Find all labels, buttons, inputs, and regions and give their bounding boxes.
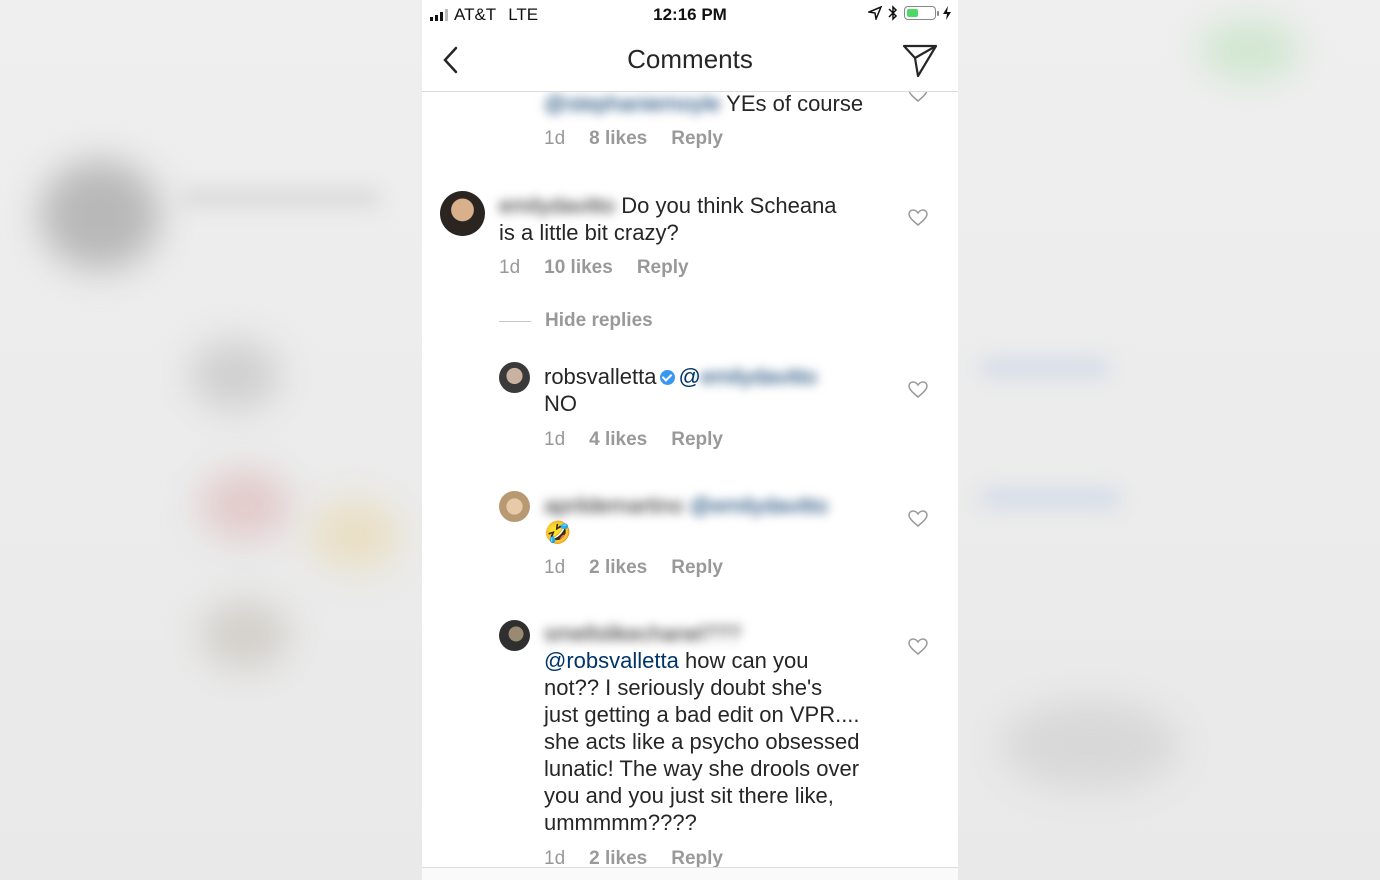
comment-line: lunatic! The way she drools over [544, 756, 860, 781]
heart-icon[interactable] [908, 638, 928, 656]
battery-icon [904, 6, 939, 20]
hide-replies-label: Hide replies [545, 310, 653, 331]
heart-icon[interactable] [908, 510, 928, 528]
reply-button[interactable]: Reply [637, 257, 689, 279]
comment-time: 1d [544, 557, 566, 578]
comment-body: NO [544, 391, 577, 416]
avatar[interactable] [499, 491, 530, 522]
likes-count[interactable]: 10 likes [544, 257, 613, 279]
comment-meta: 1d 4 likes Reply [544, 429, 723, 451]
page-title: Comments [627, 44, 753, 74]
reply-button[interactable]: Reply [671, 128, 723, 150]
comment-body-line2: is a little bit crazy? [499, 220, 679, 245]
comment-line: not?? I seriously doubt she's [544, 675, 823, 700]
comment-input-bar[interactable] [422, 867, 958, 880]
reply-button[interactable]: Reply [671, 429, 723, 451]
location-arrow-icon [868, 6, 882, 20]
status-bar: AT&T LTE 12:16 PM [422, 0, 958, 30]
bluetooth-icon [888, 5, 898, 21]
heart-icon[interactable] [908, 381, 928, 399]
avatar[interactable] [499, 362, 530, 393]
comment-line: you and you just sit there like, [544, 783, 834, 808]
likes-count[interactable]: 8 likes [589, 128, 647, 150]
likes-count[interactable]: 2 likes [589, 848, 647, 867]
reply-button[interactable]: Reply [671, 848, 723, 867]
likes-count[interactable]: 4 likes [589, 429, 647, 451]
comment-meta: 1d 2 likes Reply [544, 848, 723, 867]
charging-bolt-icon [943, 6, 951, 20]
comment-mention[interactable]: @stephaniemoyle [544, 91, 720, 116]
verified-badge-icon [659, 370, 675, 385]
comment-line: ummmmm???? [544, 810, 697, 835]
reply-button[interactable]: Reply [671, 557, 723, 579]
hide-replies-button[interactable]: Hide replies [499, 310, 653, 332]
comments-list: @stephaniemoyle YEs of course 1d 8 likes… [422, 91, 958, 867]
comment-text: @stephaniemoyle YEs of course [544, 91, 863, 117]
status-right [868, 5, 952, 21]
comment-time: 1d [544, 128, 566, 149]
comment-username[interactable]: smellslikechanel??? [544, 621, 741, 646]
likes-count[interactable]: 2 likes [589, 557, 647, 579]
comment-username[interactable]: robsvalletta [544, 364, 657, 389]
comment-text: robsvalletta @emilydavitto NO [544, 363, 817, 417]
comment-time: 1d [499, 257, 521, 278]
comment-time: 1d [544, 848, 566, 867]
comment-username[interactable]: emilydavitto [499, 193, 615, 218]
paper-plane-icon[interactable] [902, 44, 938, 78]
comment-mention[interactable]: emilydavitto [701, 364, 817, 389]
comment-text: aprildemartino @emilydavitto 🤣 [544, 492, 828, 546]
comment-text: smellslikechanel??? @robsvalletta how ca… [544, 620, 860, 836]
heart-icon[interactable] [908, 91, 928, 103]
comment-mention[interactable]: @emilydavitto [690, 493, 829, 518]
comment-username[interactable]: aprildemartino [544, 493, 683, 518]
comment-body: YEs of course [726, 91, 864, 116]
phone-screen: AT&T LTE 12:16 PM Comments @stephaniemoy… [422, 0, 958, 880]
comments-header: Comments [422, 30, 958, 92]
comment-line: she acts like a psycho obsessed [544, 729, 860, 754]
comment-meta: 1d 10 likes Reply [499, 257, 689, 279]
avatar[interactable] [440, 191, 485, 236]
comment-line: just getting a bad edit on VPR.... [544, 702, 860, 727]
comment-body: 🤣 [544, 520, 572, 545]
comment-mention-at: @ [678, 364, 701, 389]
heart-icon[interactable] [908, 209, 928, 227]
hide-replies-line [499, 320, 531, 322]
avatar[interactable] [499, 620, 530, 651]
comment-mention[interactable]: @robsvalletta [544, 648, 679, 673]
comment-line: how can you [684, 648, 809, 673]
comment-meta: 1d 8 likes Reply [544, 128, 723, 150]
comment-time: 1d [544, 429, 566, 450]
comment-body-line1: Do you think Scheana [621, 193, 837, 218]
comment-text: emilydavitto Do you think Scheana is a l… [499, 192, 837, 246]
comment-meta: 1d 2 likes Reply [544, 557, 723, 579]
